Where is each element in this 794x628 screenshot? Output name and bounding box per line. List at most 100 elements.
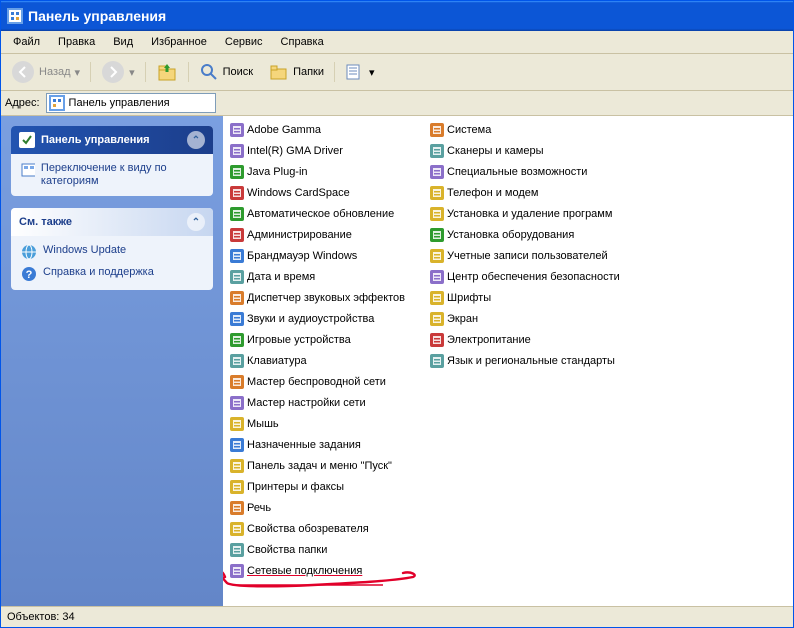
windows-update-link[interactable]: Windows Update [21, 244, 203, 260]
item-label: Язык и региональные стандарты [447, 355, 615, 367]
menu-view[interactable]: Вид [105, 34, 141, 50]
control-panel-item[interactable]: Установка и удаление программ [429, 204, 620, 224]
control-panel-item[interactable]: Учетные записи пользователей [429, 246, 620, 266]
help-icon: ? [21, 266, 37, 282]
control-panel-item[interactable]: Intel(R) GMA Driver [229, 141, 405, 161]
item-label: Экран [447, 313, 478, 325]
control-panel-item[interactable]: Свойства обозревателя [229, 519, 405, 539]
window-title: Панель управления [28, 8, 166, 24]
item-label: Windows CardSpace [247, 187, 350, 199]
item-label: Клавиатура [247, 355, 307, 367]
panel-header[interactable]: См. также ⌃ [11, 208, 213, 236]
applet-icon [229, 563, 245, 579]
item-label: Телефон и модем [447, 187, 538, 199]
applet-icon [229, 143, 245, 159]
separator [90, 60, 91, 84]
control-panel-item[interactable]: Клавиатура [229, 351, 405, 371]
control-panel-item[interactable]: Специальные возможности [429, 162, 620, 182]
control-panel-item[interactable]: Windows CardSpace [229, 183, 405, 203]
applet-icon [429, 185, 445, 201]
control-panel-item[interactable]: Диспетчер звуковых эффектов [229, 288, 405, 308]
control-panel-item[interactable]: Adobe Gamma [229, 120, 405, 140]
chevron-down-icon: ▾ [129, 66, 135, 79]
item-label: Мастер беспроводной сети [247, 376, 386, 388]
applet-icon [229, 437, 245, 453]
switch-category-view-link[interactable]: Переключение к виду по категориям [21, 162, 203, 188]
applet-icon [229, 269, 245, 285]
chevron-down-icon: ▾ [75, 66, 81, 79]
item-label: Мышь [247, 418, 279, 430]
collapse-icon[interactable]: ⌃ [187, 213, 205, 231]
address-bar: Адрес: [1, 91, 793, 116]
item-label: Центр обеспечения безопасности [447, 271, 620, 283]
menu-help[interactable]: Справка [273, 34, 332, 50]
control-panel-item[interactable]: Мастер настройки сети [229, 393, 405, 413]
control-panel-item[interactable]: Администрирование [229, 225, 405, 245]
control-panel-item[interactable]: Телефон и модем [429, 183, 620, 203]
item-label: Java Plug-in [247, 166, 308, 178]
title-bar[interactable]: Панель управления [1, 1, 793, 31]
applet-icon [229, 227, 245, 243]
control-panel-item[interactable]: Брандмауэр Windows [229, 246, 405, 266]
control-panel-item[interactable]: Назначенные задания [229, 435, 405, 455]
applet-icon [229, 374, 245, 390]
content-area: Adobe GammaIntel(R) GMA Driver Java Plug-… [223, 116, 793, 606]
explorer-window: Панель управления Файл Правка Вид Избран… [0, 0, 794, 628]
applet-icon [229, 122, 245, 138]
applet-icon [229, 185, 245, 201]
control-panel-item[interactable]: Центр обеспечения безопасности [429, 267, 620, 287]
applet-icon [429, 143, 445, 159]
control-panel-item[interactable]: Установка оборудования [429, 225, 620, 245]
control-panel-item[interactable]: Система [429, 120, 620, 140]
item-label: Брандмауэр Windows [247, 250, 357, 262]
collapse-icon[interactable]: ⌃ [187, 131, 205, 149]
control-panel-item[interactable]: Экран [429, 309, 620, 329]
control-panel-item[interactable]: Язык и региональные стандарты [429, 351, 620, 371]
panel-header[interactable]: Панель управления ⌃ [11, 126, 213, 154]
item-label: Диспетчер звуковых эффектов [247, 292, 405, 304]
applet-icon [229, 458, 245, 474]
items-column-1: Adobe GammaIntel(R) GMA Driver Java Plug-… [229, 120, 405, 602]
control-panel-item[interactable]: Речь [229, 498, 405, 518]
item-label: Автоматическое обновление [247, 208, 394, 220]
menu-favorites[interactable]: Избранное [143, 34, 215, 50]
control-panel-item[interactable]: Java Plug-in [229, 162, 405, 182]
control-panel-item[interactable]: Панель задач и меню "Пуск" [229, 456, 405, 476]
control-panel-icon [19, 132, 35, 148]
forward-button[interactable]: ▾ [95, 58, 141, 86]
applet-icon [429, 332, 445, 348]
applet-icon [429, 269, 445, 285]
address-input[interactable] [46, 93, 216, 113]
folders-button[interactable]: Папки [263, 60, 330, 84]
separator [145, 60, 146, 84]
control-panel-item[interactable]: Сканеры и камеры [429, 141, 620, 161]
control-panel-item[interactable]: Игровые устройства [229, 330, 405, 350]
up-button[interactable] [150, 59, 184, 85]
control-panel-item[interactable]: Автоматическое обновление [229, 204, 405, 224]
control-panel-item[interactable]: Дата и время [229, 267, 405, 287]
menu-tools[interactable]: Сервис [217, 34, 271, 50]
views-button[interactable]: ▾ [339, 60, 381, 84]
status-text: Объектов: 34 [7, 611, 75, 623]
menu-edit[interactable]: Правка [50, 34, 103, 50]
side-pane: Панель управления ⌃ Переключение к виду … [1, 116, 223, 606]
control-panel-item[interactable]: Электропитание [429, 330, 620, 350]
item-label: Назначенные задания [247, 439, 361, 451]
search-button[interactable]: Поиск [193, 60, 259, 84]
applet-icon [229, 290, 245, 306]
control-panel-item[interactable]: Сетевые подключения [229, 561, 405, 581]
control-panel-item[interactable]: Мастер беспроводной сети [229, 372, 405, 392]
menu-file[interactable]: Файл [5, 34, 48, 50]
item-label: Учетные записи пользователей [447, 250, 608, 262]
applet-icon [229, 500, 245, 516]
item-label: Мастер настройки сети [247, 397, 366, 409]
help-support-link[interactable]: ? Справка и поддержка [21, 266, 203, 282]
control-panel-item[interactable]: Шрифты [429, 288, 620, 308]
control-panel-item[interactable]: Звуки и аудиоустройства [229, 309, 405, 329]
control-panel-item[interactable]: Принтеры и факсы [229, 477, 405, 497]
control-panel-item[interactable]: Мышь [229, 414, 405, 434]
applet-icon [229, 206, 245, 222]
applet-icon [429, 164, 445, 180]
control-panel-item[interactable]: Свойства папки [229, 540, 405, 560]
back-button[interactable]: Назад ▾ [5, 58, 86, 86]
